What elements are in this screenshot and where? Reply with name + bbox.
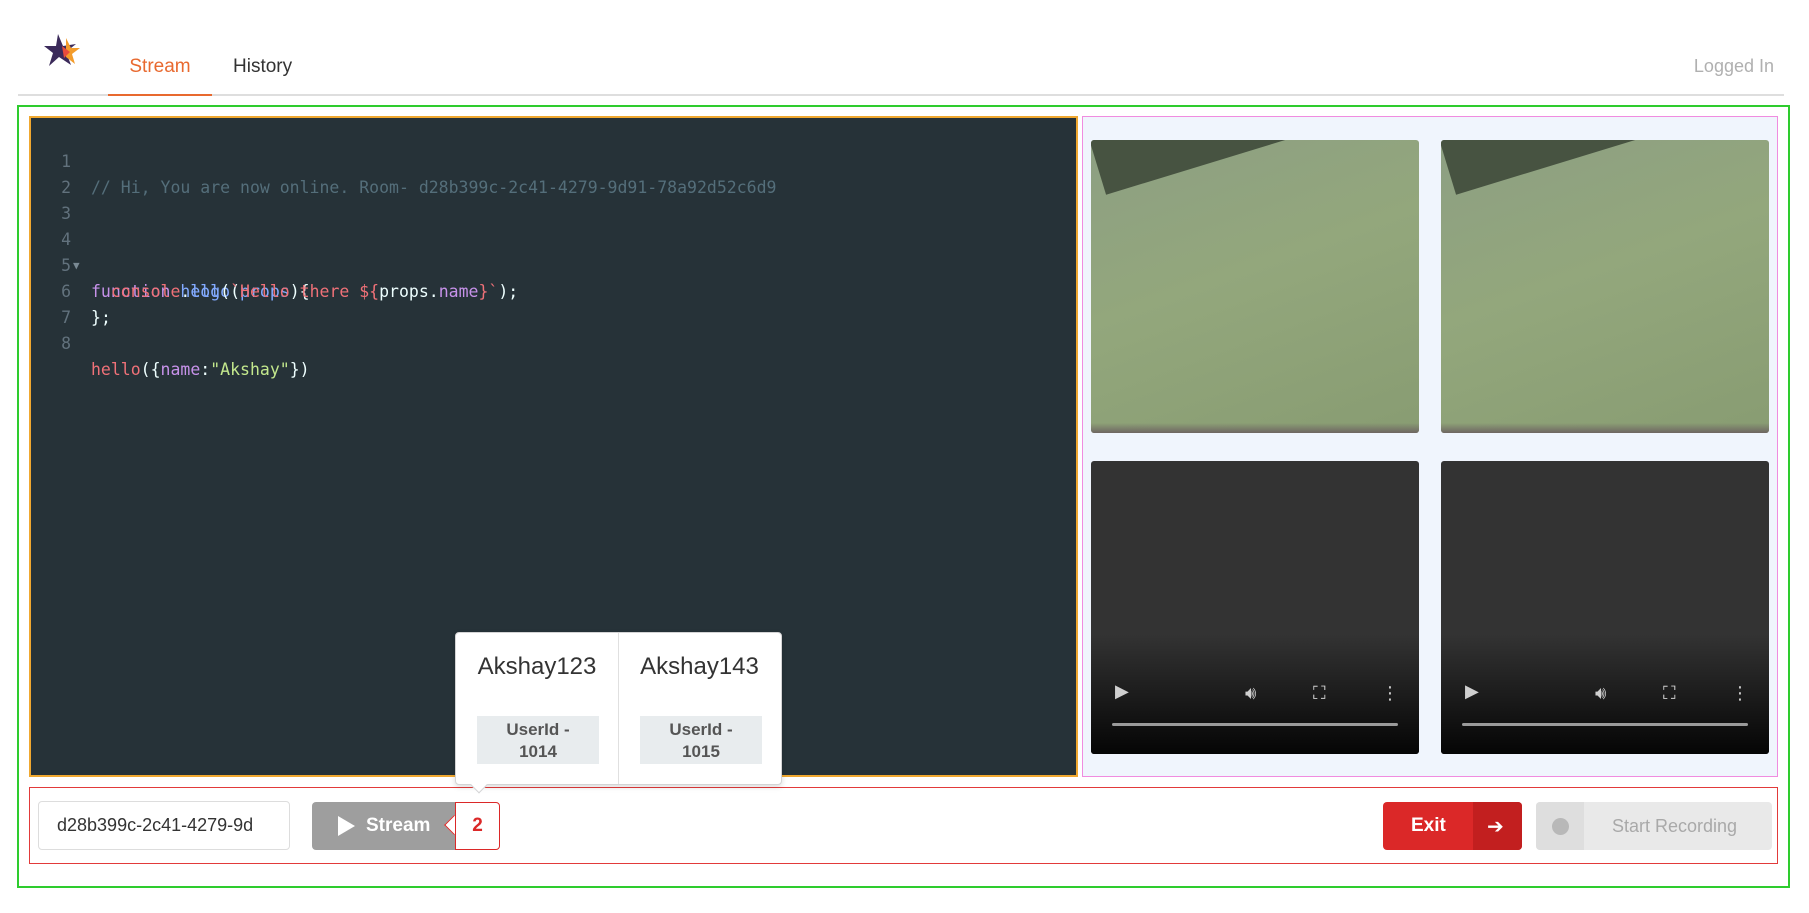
stream-button-label: Stream	[366, 815, 431, 836]
volume-icon[interactable]: 🔊︎	[1245, 683, 1256, 704]
more-icon[interactable]: ⋮	[1731, 683, 1749, 704]
viewers-popup: Akshay123 UserId - 1014 Akshay143 UserId…	[455, 632, 782, 785]
editor-line: 2	[31, 149, 1076, 197]
exit-button[interactable]: Exit ➔	[1383, 802, 1522, 850]
login-status[interactable]: Logged In	[1694, 56, 1774, 77]
editor-line: 5 console.log(`Hello there ${props.name}…	[31, 227, 1076, 301]
viewer-id-value: 1015	[682, 742, 720, 761]
viewer-id-value: 1014	[519, 742, 557, 761]
progress-bar[interactable]	[1112, 723, 1398, 726]
tab-stream[interactable]: Stream	[108, 56, 212, 96]
viewer-id-label: UserId -	[506, 720, 570, 739]
tab-history[interactable]: History	[233, 56, 292, 96]
editor-line: 4 ▼ function hello(props){	[31, 201, 1076, 301]
video-player[interactable]: ▶ 🔊︎ ⛶ ⋮	[1091, 461, 1419, 754]
play-icon[interactable]: ▶	[1465, 681, 1479, 702]
viewer-id-badge: UserId - 1015	[640, 716, 762, 764]
room-id-input[interactable]	[38, 801, 290, 850]
viewer-id-label: UserId -	[669, 720, 733, 739]
record-dot-icon	[1552, 818, 1569, 835]
editor-line: 8 hello({name:"Akshay"})	[31, 305, 1076, 379]
more-icon[interactable]: ⋮	[1381, 683, 1399, 704]
viewer-name: Akshay123	[477, 653, 597, 680]
viewer-name: Akshay143	[640, 653, 759, 680]
stream-button[interactable]: Stream	[312, 802, 456, 850]
progress-bar[interactable]	[1462, 723, 1748, 726]
fullscreen-icon[interactable]: ⛶	[1663, 683, 1676, 704]
viewer-count-label[interactable]: 2	[455, 802, 500, 850]
camera-feed[interactable]	[1441, 140, 1769, 433]
video-player[interactable]: ▶ 🔊︎ ⛶ ⋮	[1441, 461, 1769, 754]
video-grid: ▶ 🔊︎ ⛶ ⋮ ▶ 🔊︎ ⛶ ⋮	[1082, 116, 1778, 777]
top-nav: Stream History Logged In	[18, 30, 1784, 96]
line-number: 8	[61, 334, 71, 353]
fullscreen-icon[interactable]: ⛶	[1313, 683, 1326, 704]
play-icon[interactable]: ▶	[1115, 681, 1129, 702]
start-recording-label: Start Recording	[1612, 816, 1738, 836]
camera-feed[interactable]	[1091, 140, 1419, 433]
code-line: hello({name:"Akshay"})	[91, 360, 310, 379]
exit-button-label: Exit	[1411, 815, 1446, 836]
editor-line: 6 };	[31, 253, 1076, 327]
volume-icon[interactable]: 🔊︎	[1595, 683, 1606, 704]
play-icon	[338, 816, 355, 836]
sign-out-icon: ➔	[1487, 816, 1504, 838]
start-recording-button[interactable]: Start Recording	[1536, 802, 1772, 850]
viewer-card: Akshay123 UserId - 1014	[456, 633, 618, 784]
editor-line: 7	[31, 279, 1076, 327]
viewer-id-badge: UserId - 1014	[477, 716, 599, 764]
viewer-card: Akshay143 UserId - 1015	[618, 633, 780, 784]
editor-line: 3	[31, 175, 1076, 223]
editor-line: 1 // Hi, You are now online. Room- d28b3…	[31, 123, 1076, 197]
